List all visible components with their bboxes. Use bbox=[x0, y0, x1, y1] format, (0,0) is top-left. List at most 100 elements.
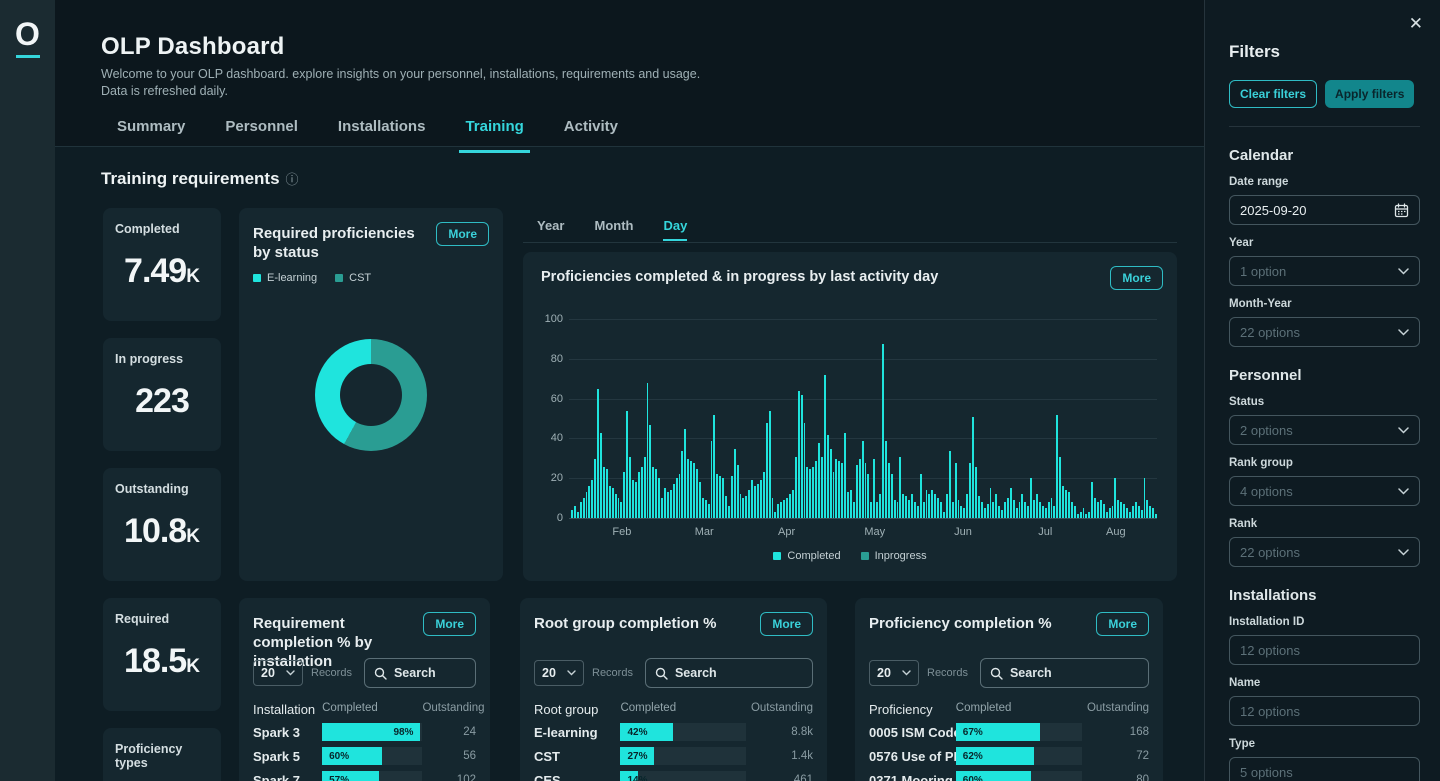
period-tab-month[interactable]: Month bbox=[594, 218, 633, 241]
period-tab-day[interactable]: Day bbox=[663, 218, 687, 241]
completion-bar-fill: 57% bbox=[322, 771, 379, 781]
filters-divider bbox=[1229, 126, 1420, 127]
page-size-select[interactable]: 20 bbox=[253, 660, 303, 686]
select-placeholder: 2 options bbox=[1240, 423, 1293, 438]
chevron-down-icon bbox=[1398, 427, 1409, 434]
stat-card-suffix: K bbox=[186, 656, 200, 677]
date-range-input[interactable]: 2025-09-20 bbox=[1229, 195, 1420, 225]
y-tick-label: 100 bbox=[531, 313, 563, 325]
legend-item-completed: Completed bbox=[773, 550, 840, 562]
table-title: Proficiency completion % bbox=[869, 614, 1122, 633]
name-input[interactable]: 12 options bbox=[1229, 696, 1420, 726]
filter-groups: CalendarDate range2025-09-20Year1 option… bbox=[1229, 147, 1420, 781]
month-label-feb: Feb bbox=[612, 526, 631, 538]
chevron-down-icon bbox=[567, 670, 576, 676]
row-name: E-learning bbox=[534, 725, 620, 740]
table-controls: 20Records bbox=[534, 658, 813, 688]
installation-id-input[interactable]: 12 options bbox=[1229, 635, 1420, 665]
input-placeholder: 12 options bbox=[1240, 704, 1300, 719]
completion-bar-fill: 60% bbox=[956, 771, 1032, 781]
table-header-row: ProficiencyCompletedOutstanding bbox=[869, 702, 1149, 717]
filter-group-heading-personnel: Personnel bbox=[1229, 367, 1420, 384]
legend-label: E-learning bbox=[267, 272, 317, 284]
legend-label: CST bbox=[349, 272, 371, 284]
row-name: Spark 3 bbox=[253, 725, 322, 740]
bar-chart-plot: 020406080100 bbox=[569, 320, 1157, 519]
info-icon[interactable]: ⓘ bbox=[286, 172, 299, 187]
stat-card-label: Outstanding bbox=[115, 482, 209, 496]
month-year-select[interactable]: 22 options bbox=[1229, 317, 1420, 347]
rank-select[interactable]: 22 options bbox=[1229, 537, 1420, 567]
month-label-aug: Aug bbox=[1106, 526, 1126, 538]
row-outstanding: 8.8k bbox=[746, 726, 813, 738]
clear-filters-button[interactable]: Clear filters bbox=[1229, 80, 1317, 108]
row-bar-cell: 42% bbox=[620, 723, 746, 741]
row-bar-cell: 27% bbox=[620, 747, 746, 765]
stat-card-value: 10.8K bbox=[115, 512, 209, 551]
tab-summary[interactable]: Summary bbox=[115, 114, 187, 147]
page-size-select[interactable]: 20 bbox=[534, 660, 584, 686]
filters-panel: ✕ Filters Clear filters Apply filters Ca… bbox=[1204, 0, 1440, 781]
table-more-button[interactable]: More bbox=[423, 612, 476, 636]
chevron-down-icon bbox=[1398, 268, 1409, 275]
filter-field-label: Status bbox=[1229, 396, 1420, 408]
bar-chart-more-button[interactable]: More bbox=[1110, 266, 1163, 290]
column-header-completed: Completed bbox=[956, 702, 1082, 717]
completion-bar-track: 14% bbox=[620, 771, 746, 781]
status-select[interactable]: 2 options bbox=[1229, 415, 1420, 445]
filters-buttons: Clear filters Apply filters bbox=[1229, 80, 1420, 108]
subtitle-line-1: Welcome to your OLP dashboard. explore i… bbox=[101, 66, 700, 83]
apply-filters-button[interactable]: Apply filters bbox=[1325, 80, 1414, 108]
stat-card-label: In progress bbox=[115, 352, 209, 366]
close-icon[interactable]: ✕ bbox=[1409, 15, 1423, 32]
app-logo[interactable]: O bbox=[0, 16, 55, 58]
row-outstanding: 24 bbox=[422, 726, 476, 738]
type-input[interactable]: 5 options bbox=[1229, 757, 1420, 781]
y-tick-label: 0 bbox=[531, 512, 563, 524]
section-title: Training requirementsⓘ bbox=[101, 169, 299, 189]
tab-activity[interactable]: Activity bbox=[562, 114, 620, 147]
period-tab-year[interactable]: Year bbox=[537, 218, 564, 241]
search-icon bbox=[374, 667, 387, 680]
rank-group-select[interactable]: 4 options bbox=[1229, 476, 1420, 506]
table-rows: Spark 398%24Spark 560%56Spark 757%102 bbox=[253, 720, 476, 781]
month-label-mar: Mar bbox=[695, 526, 714, 538]
stat-card-value: 223 bbox=[115, 382, 209, 421]
table-header-row: Root groupCompletedOutstanding bbox=[534, 702, 813, 717]
stat-card-in-progress: In progress 223 bbox=[103, 338, 221, 451]
table-more-button[interactable]: More bbox=[1096, 612, 1149, 636]
completion-bar-track: 98% bbox=[322, 723, 422, 741]
table-row: Spark 757%102 bbox=[253, 768, 476, 781]
tab-personnel[interactable]: Personnel bbox=[223, 114, 300, 147]
year-select[interactable]: 1 option bbox=[1229, 256, 1420, 286]
tab-training[interactable]: Training bbox=[463, 114, 525, 147]
table-search-input[interactable] bbox=[675, 666, 803, 680]
date-range-value: 2025-09-20 bbox=[1240, 203, 1307, 218]
stat-card-value: 7.49K bbox=[115, 252, 209, 291]
row-bar-cell: 62% bbox=[956, 747, 1082, 765]
legend-item-inprogress: Inprogress bbox=[861, 550, 927, 562]
tab-installations[interactable]: Installations bbox=[336, 114, 428, 147]
page-size-select[interactable]: 20 bbox=[869, 660, 919, 686]
column-header-outstanding: Outstanding bbox=[1082, 702, 1149, 717]
subtitle-line-2: Data is refreshed daily. bbox=[101, 83, 700, 100]
filter-field-label: Rank group bbox=[1229, 457, 1420, 469]
completion-bar-track: 57% bbox=[322, 771, 422, 781]
search-box[interactable] bbox=[645, 658, 813, 688]
completion-bar-fill: 98% bbox=[322, 723, 420, 741]
stat-card-label: Completed bbox=[115, 222, 209, 236]
search-box[interactable] bbox=[980, 658, 1149, 688]
donut-more-button[interactable]: More bbox=[436, 222, 489, 246]
table-controls: 20Records bbox=[253, 658, 476, 688]
table-card-requirement-completion-by-installation: Requirement completion % by installation… bbox=[239, 598, 490, 781]
table-header-row: InstallationCompletedOutstanding bbox=[253, 702, 476, 717]
table-search-input[interactable] bbox=[394, 666, 466, 680]
page: O OLP Dashboard Welcome to your OLP dash… bbox=[0, 0, 1440, 781]
legend-swatch bbox=[253, 274, 261, 282]
table-more-button[interactable]: More bbox=[760, 612, 813, 636]
table-search-input[interactable] bbox=[1010, 666, 1139, 680]
search-box[interactable] bbox=[364, 658, 476, 688]
completion-bar-track: 60% bbox=[322, 747, 422, 765]
filter-field-date-range: Date range2025-09-20 bbox=[1229, 176, 1420, 225]
bar-chart-title: Proficiencies completed & in progress by… bbox=[541, 268, 938, 287]
